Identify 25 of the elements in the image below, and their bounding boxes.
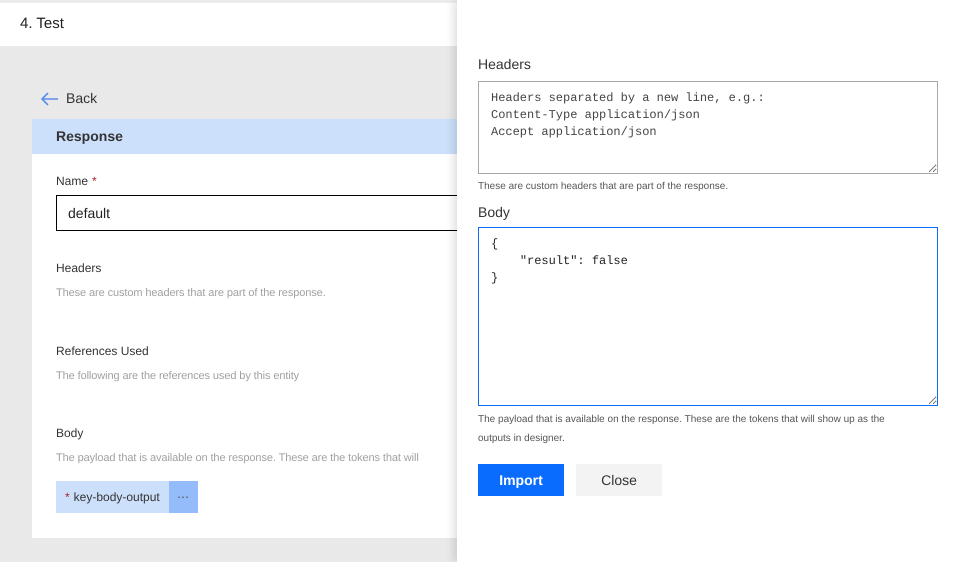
headers-text-area[interactable]: Headers separated by a new line, e.g.: Content-Type application/json Accept application/json <box>478 81 938 174</box>
back-arrow-icon <box>40 92 58 106</box>
section-description: These are custom headers that are part of the response. <box>56 286 327 301</box>
body-help-text: The payload that is available on the response. These are the tokens that will show up as the outputs in designer. <box>478 413 886 446</box>
card-title: Response <box>56 127 123 146</box>
page-title: 4. Test <box>20 14 64 34</box>
headers-help-text: These are custom headers that are part of the response. <box>478 180 730 194</box>
section-label: References Used <box>56 342 150 360</box>
token-chip[interactable]: * key-body-output ⋯ <box>56 480 198 512</box>
required-marker: * <box>92 173 97 190</box>
import-button[interactable]: Import <box>478 464 564 496</box>
more-button[interactable]: ⋯ <box>168 480 198 512</box>
name-input-field[interactable]: default <box>56 195 457 231</box>
section-description: The payload that is available on the response. These are the tokens that will <box>56 451 420 466</box>
body-label: Body <box>478 203 511 222</box>
section-label: Body <box>56 425 84 442</box>
required-marker: * <box>65 488 70 506</box>
back-button[interactable]: Back <box>40 88 98 109</box>
section-label: Headers <box>56 260 102 277</box>
close-button[interactable]: Close <box>576 464 662 496</box>
field-label: Name <box>56 173 88 190</box>
section-description: The following are the references used by this entity <box>56 368 300 384</box>
body-text-area[interactable]: { "result": false } <box>478 227 938 406</box>
headers-label: Headers <box>478 55 532 74</box>
token-label: key-body-output <box>74 488 160 506</box>
